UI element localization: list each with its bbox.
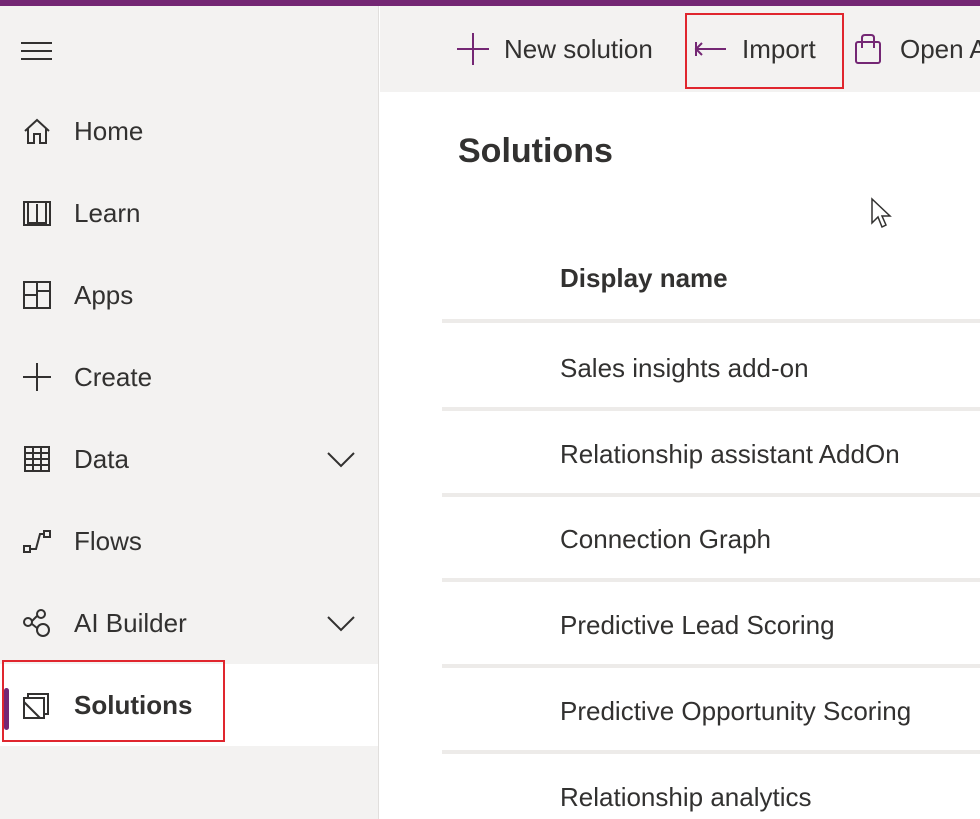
column-header-display-name[interactable]: Display name: [442, 247, 980, 323]
nav-label-solutions: Solutions: [74, 689, 193, 720]
flow-icon: [20, 524, 54, 558]
open-appsource-label: Open A: [900, 33, 980, 64]
nav-item-learn[interactable]: Learn: [0, 172, 378, 254]
nav-item-flows[interactable]: Flows: [0, 500, 378, 582]
nav-label-apps: Apps: [74, 279, 134, 310]
table-row[interactable]: Relationship assistant AddOn: [442, 411, 980, 497]
nav-label-flows: Flows: [74, 525, 142, 556]
hamburger-icon[interactable]: [20, 39, 54, 63]
book-icon: [20, 196, 54, 230]
apps-icon: [20, 278, 54, 312]
shopping-bag-icon: [855, 34, 881, 64]
table-icon: [20, 442, 54, 476]
nav-item-solutions[interactable]: Solutions: [0, 664, 378, 746]
nav-label-ai-builder: AI Builder: [74, 607, 187, 638]
table-row[interactable]: Predictive Lead Scoring: [442, 582, 980, 668]
active-indicator: [4, 688, 9, 730]
table-row[interactable]: Connection Graph: [442, 496, 980, 582]
import-button[interactable]: Import: [694, 6, 816, 92]
table-row[interactable]: Predictive Opportunity Scoring: [442, 668, 980, 754]
nav-item-apps[interactable]: Apps: [0, 254, 378, 336]
row-display-name[interactable]: Predictive Opportunity Scoring: [560, 696, 911, 727]
mouse-pointer-icon: [871, 197, 892, 229]
chevron-down-icon[interactable]: [326, 613, 356, 633]
row-display-name[interactable]: Predictive Lead Scoring: [560, 610, 835, 641]
nav-item-ai-builder[interactable]: AI Builder: [0, 582, 378, 664]
nav-label-learn: Learn: [74, 197, 141, 228]
open-appsource-button[interactable]: Open A: [854, 6, 980, 92]
home-icon: [20, 114, 54, 148]
import-label: Import: [742, 33, 816, 64]
chevron-down-icon[interactable]: [326, 449, 356, 469]
table-row[interactable]: Sales insights add-on: [442, 325, 980, 411]
table-row[interactable]: Relationship analytics: [442, 754, 980, 819]
column-header-label: Display name: [560, 263, 728, 293]
nav-item-home[interactable]: Home: [0, 90, 378, 172]
ai-builder-icon: [20, 606, 54, 640]
row-display-name[interactable]: Sales insights add-on: [560, 353, 809, 384]
nav-item-create[interactable]: Create: [0, 336, 378, 418]
plus-icon: [457, 33, 489, 65]
nav-label-data: Data: [74, 443, 129, 474]
row-display-name[interactable]: Connection Graph: [560, 524, 771, 555]
nav-label-home: Home: [74, 115, 144, 146]
new-solution-label: New solution: [504, 33, 653, 64]
left-navigation: Home Learn Apps Create Data Flows AI Bui…: [0, 6, 379, 819]
plus-icon: [20, 360, 54, 394]
nav-item-data[interactable]: Data: [0, 418, 378, 500]
row-display-name[interactable]: Relationship assistant AddOn: [560, 439, 900, 470]
command-bar: New solution Import Open A: [380, 6, 980, 92]
import-arrow-icon: [694, 42, 726, 56]
solutions-icon: [20, 688, 54, 722]
page-title: Solutions: [458, 132, 613, 170]
row-display-name[interactable]: Relationship analytics: [560, 782, 811, 813]
nav-label-create: Create: [74, 361, 153, 392]
new-solution-button[interactable]: New solution: [456, 6, 653, 92]
